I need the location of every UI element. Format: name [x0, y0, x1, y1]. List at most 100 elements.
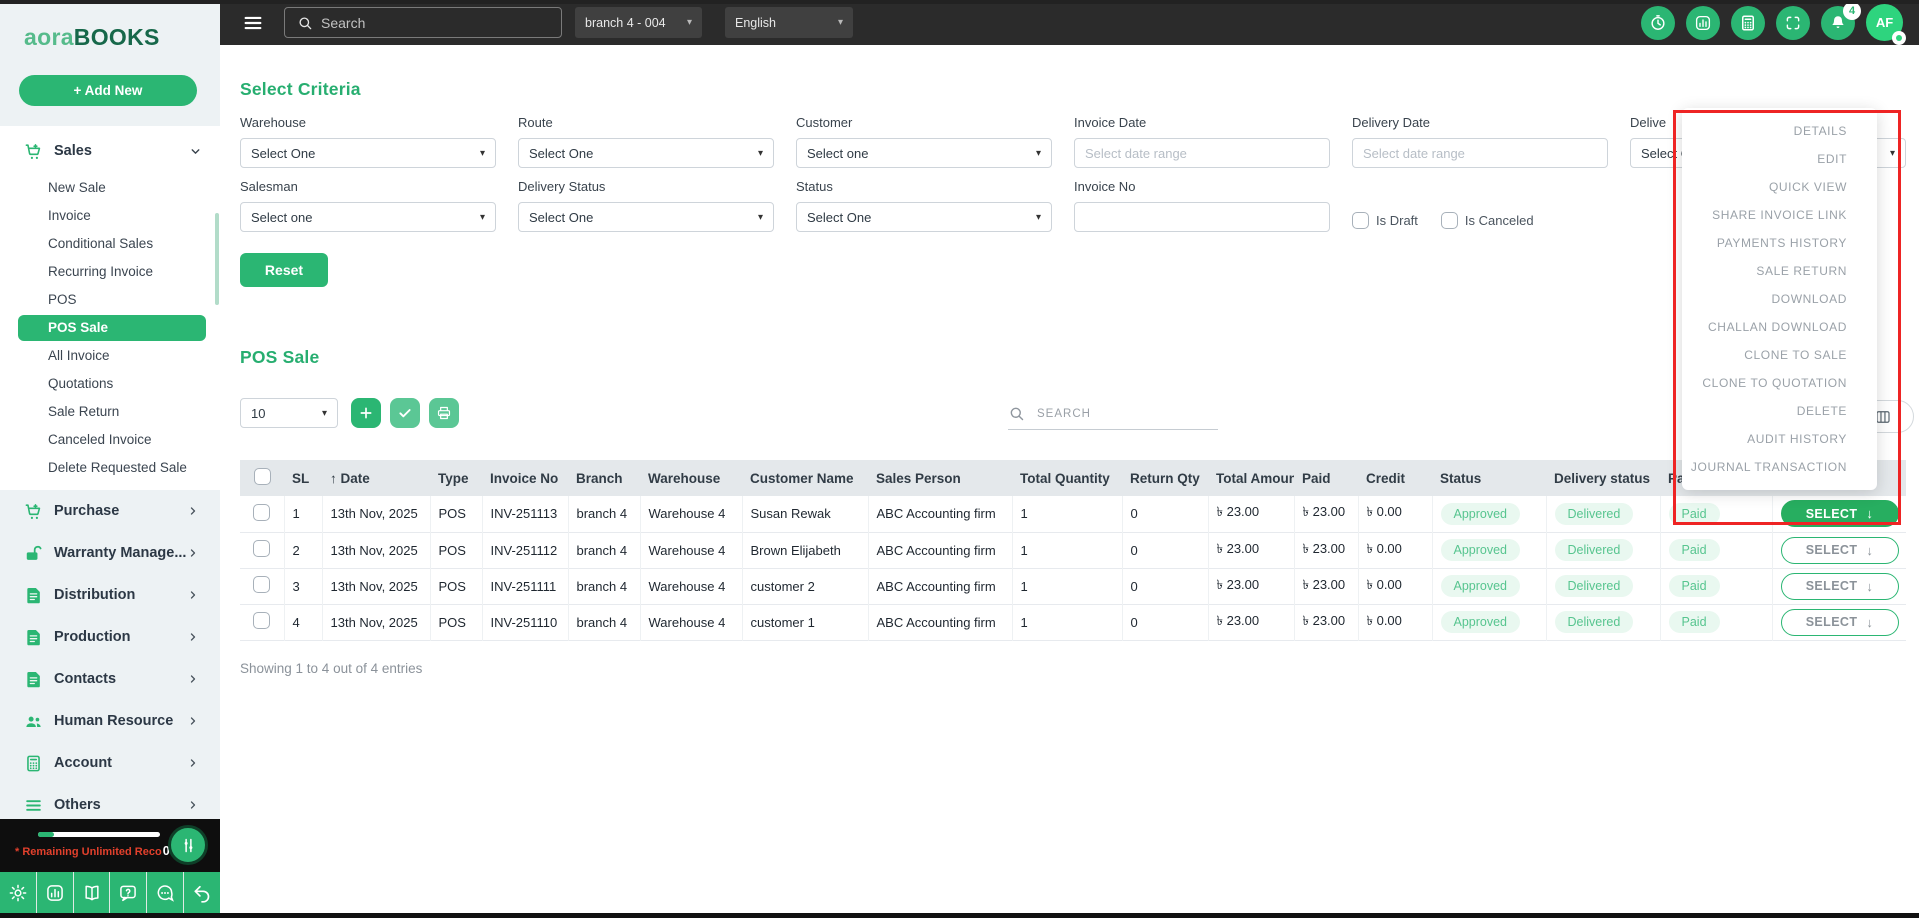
page-size-select[interactable]: 10 ▾ [240, 398, 338, 428]
calculator-button[interactable] [1731, 5, 1765, 40]
sidebar-section-warranty-manage[interactable]: Warranty Manage... [0, 532, 220, 574]
cell-customer: Susan Rewak [742, 496, 869, 532]
menu-item-audit-history[interactable]: AUDIT HISTORY [1682, 425, 1877, 453]
reports-button[interactable] [1686, 5, 1720, 40]
sidebar-section-production[interactable]: Production [0, 616, 220, 658]
cell-total-qty: 1 [1012, 532, 1123, 568]
is-draft-checkbox[interactable] [1352, 212, 1369, 229]
sidebar-item-delete-requested-sale[interactable]: Delete Requested Sale [0, 454, 220, 482]
table-search-input[interactable] [1035, 406, 1185, 421]
approve-button[interactable] [390, 398, 420, 428]
row-select-button[interactable]: SELECT ↓ [1780, 500, 1899, 528]
cell-action: SELECT ↓ [1772, 532, 1906, 568]
add-new-button[interactable]: + Add New [19, 75, 197, 106]
sidebar-section-contacts[interactable]: Contacts [0, 658, 220, 700]
app-screen: aoraBOOKS + Add New Sales New Sale Invoic… [0, 0, 1919, 918]
cell-invoice-no: INV-251110 [482, 604, 569, 640]
menu-item-quick-view[interactable]: QUICK VIEW [1682, 173, 1877, 201]
row-select-button[interactable]: SELECT ↓ [1780, 536, 1899, 564]
checkbox-is-canceled[interactable]: Is Canceled [1440, 212, 1534, 229]
sidebar-item-pos[interactable]: POS [0, 286, 220, 314]
select-all-checkbox[interactable] [253, 468, 271, 485]
book-tile-button[interactable] [73, 872, 110, 913]
sidebar-item-canceled-invoice[interactable]: Canceled Invoice [0, 426, 220, 454]
time-tracker-button[interactable] [1641, 5, 1675, 40]
delivery-date-input[interactable] [1352, 138, 1608, 168]
sidebar-section-human-resource[interactable]: Human Resource [0, 700, 220, 742]
invoice-date-input[interactable] [1074, 138, 1330, 168]
gear-tile-button[interactable] [0, 872, 36, 913]
notifications-button[interactable]: 4 [1821, 1, 1861, 40]
chat-tile-button[interactable] [147, 872, 184, 913]
menu-item-edit[interactable]: EDIT [1682, 145, 1877, 173]
invoice-no-input[interactable] [1074, 202, 1330, 232]
menu-item-payments-history[interactable]: PAYMENTS HISTORY [1682, 229, 1877, 257]
status-badge: Approved [1440, 539, 1521, 561]
delivery-status-select[interactable]: Select One ▾ [518, 202, 774, 232]
sidebar-sections: Purchase Warranty Manage... Distribution Pr… [0, 490, 220, 826]
row-select-button[interactable]: SELECT ↓ [1780, 572, 1899, 600]
sidebar-item-pos-sale[interactable]: POS Sale [18, 315, 206, 341]
chevron-right-icon [187, 757, 199, 769]
global-search-input[interactable] [319, 13, 561, 32]
is-canceled-checkbox[interactable] [1440, 212, 1458, 229]
cell-return-qty: 0 [1122, 532, 1209, 568]
caret-down-icon: ▾ [837, 17, 843, 28]
cell-credit: ৳ 0.00 [1358, 568, 1433, 604]
row-select-button[interactable]: SELECT ↓ [1780, 608, 1899, 636]
menu-item-journal-transaction[interactable]: JOURNAL TRANSACTION [1682, 453, 1877, 481]
cell-status: Approved [1432, 568, 1547, 604]
sidebar-section-account[interactable]: Account [0, 742, 220, 784]
sidebar-item-conditional-sales[interactable]: Conditional Sales [0, 230, 220, 258]
sidebar-item-invoice[interactable]: Invoice [0, 202, 220, 230]
usage-progress-fill [38, 832, 54, 837]
status-select[interactable]: Select One ▾ [796, 202, 1052, 232]
menu-item-details[interactable]: DETAILS [1682, 117, 1877, 145]
row-checkbox[interactable] [253, 503, 271, 521]
row-checkbox[interactable] [253, 576, 271, 593]
salesman-select[interactable]: Select one ▾ [240, 202, 496, 232]
print-button[interactable] [429, 398, 459, 428]
branch-selector[interactable]: branch 4 - 004 ▾ [575, 7, 702, 38]
sidebar-section-distribution[interactable]: Distribution [0, 574, 220, 616]
menu-item-delete[interactable]: DELETE [1682, 397, 1877, 425]
row-checkbox[interactable] [253, 612, 271, 629]
sidebar-item-sale-return[interactable]: Sale Return [0, 398, 220, 426]
sidebar-item-quotations[interactable]: Quotations [0, 370, 220, 398]
checkbox-is-draft[interactable]: Is Draft [1352, 212, 1418, 229]
hamburger-menu-icon[interactable] [242, 12, 264, 34]
menu-item-share-invoice-link[interactable]: SHARE INVOICE LINK [1682, 201, 1877, 229]
preferences-button[interactable] [168, 825, 208, 865]
sidebar-item-all-invoice[interactable]: All Invoice [0, 342, 220, 370]
caret-down-icon: ▾ [479, 211, 485, 223]
add-sale-button[interactable] [351, 398, 381, 428]
scan-button[interactable] [1776, 5, 1810, 40]
customer-select[interactable]: Select one ▾ [796, 138, 1052, 168]
caret-down-icon: ▾ [321, 407, 327, 419]
menu-item-sale-return[interactable]: SALE RETURN [1682, 257, 1877, 285]
sidebar-section-label: Purchase [54, 503, 120, 519]
route-select[interactable]: Select One ▾ [518, 138, 774, 168]
user-avatar[interactable]: AF [1866, 4, 1906, 45]
undo-tile-button[interactable] [184, 872, 220, 913]
reset-button[interactable]: Reset [240, 253, 328, 287]
sidebar-item-recurring-invoice[interactable]: Recurring Invoice [0, 258, 220, 286]
filter-label: Status [796, 179, 833, 194]
menu-item-clone-to-sale[interactable]: CLONE TO SALE [1682, 341, 1877, 369]
menu-item-challan-download[interactable]: CHALLAN DOWNLOAD [1682, 313, 1877, 341]
sidebar-scrollbar[interactable] [215, 213, 219, 305]
menu-item-download[interactable]: DOWNLOAD [1682, 285, 1877, 313]
warehouse-select[interactable]: Select One ▾ [240, 138, 496, 168]
sidebar-item-new-sale[interactable]: New Sale [0, 174, 220, 202]
help-tile-button[interactable] [110, 872, 147, 913]
row-checkbox[interactable] [253, 540, 271, 557]
payment-status-badge: Paid [1668, 575, 1720, 597]
sidebar-section-label: Sales [54, 143, 92, 159]
sidebar-section-sales[interactable]: Sales [0, 132, 220, 170]
sidebar-section-purchase[interactable]: Purchase [0, 490, 220, 532]
language-selector[interactable]: English ▾ [725, 7, 853, 38]
check-icon [397, 405, 413, 421]
chart-tile-button[interactable] [36, 872, 73, 913]
col-header-date[interactable]: ↑ Date [322, 460, 430, 496]
menu-item-clone-to-quotation[interactable]: CLONE TO QUOTATION [1682, 369, 1877, 397]
